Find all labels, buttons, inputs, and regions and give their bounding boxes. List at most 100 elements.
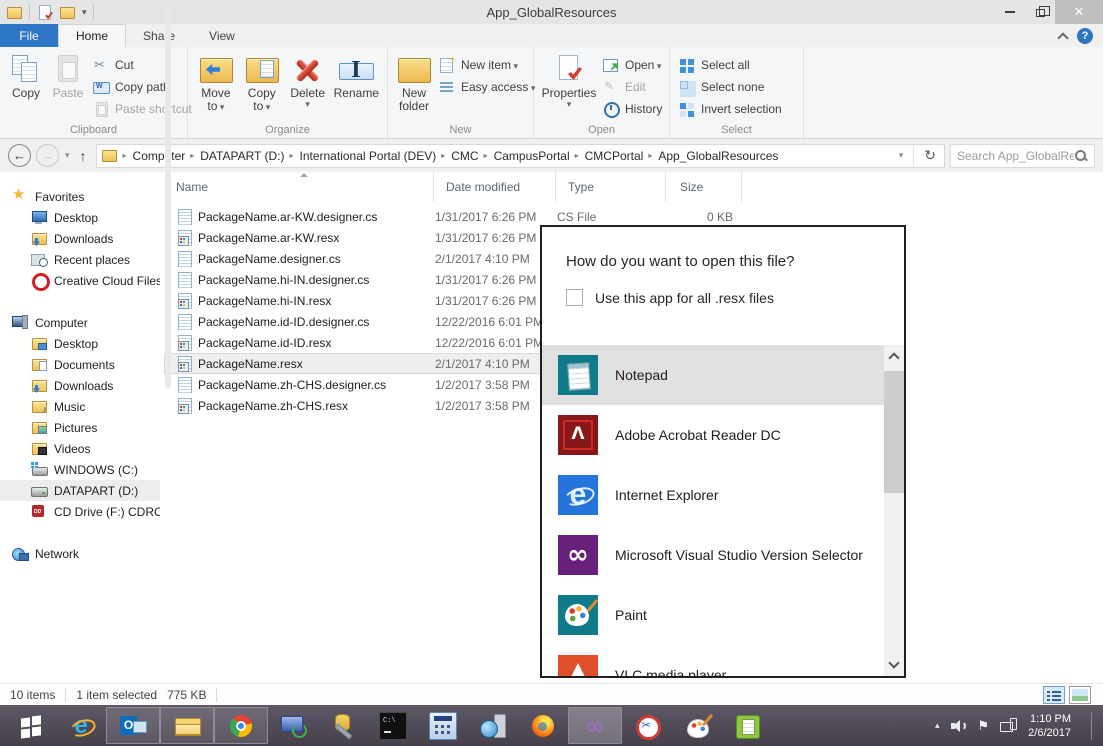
sidebar-item[interactable]: Network <box>0 543 160 564</box>
thumbnails-view-button[interactable] <box>1069 686 1091 704</box>
scroll-up-button[interactable] <box>884 345 904 367</box>
up-button[interactable]: ↑ <box>76 148 91 164</box>
sidebar-item[interactable]: Favorites <box>0 186 160 207</box>
copy-to-button[interactable]: Copy to <box>242 51 282 122</box>
breadcrumb-item[interactable]: App_GlobalResources <box>643 149 778 163</box>
properties-button[interactable]: Properties <box>542 51 596 122</box>
column-header-name[interactable]: Name <box>164 172 434 202</box>
column-header-type[interactable]: Type <box>556 172 666 202</box>
scroll-down-button[interactable] <box>884 654 904 676</box>
use-for-all-checkbox[interactable] <box>566 289 583 306</box>
close-button[interactable] <box>1055 0 1103 24</box>
breadcrumb-bar[interactable]: Computer DATAPART (D:) International Por… <box>96 144 945 168</box>
breadcrumb-item[interactable]: CMCPortal <box>570 149 644 163</box>
sidebar-item[interactable]: WINDOWS (C:) <box>0 459 160 480</box>
show-desktop-button[interactable] <box>1091 712 1099 740</box>
taskbar-button[interactable] <box>568 707 622 744</box>
app-option[interactable]: VLC media player <box>542 645 904 676</box>
ribbon-tab[interactable]: View <box>192 24 252 47</box>
new-folder-button[interactable]: New folder <box>396 51 432 122</box>
cut-button[interactable]: Cut <box>92 55 192 75</box>
tab-file[interactable]: File <box>0 24 58 47</box>
qat-properties-button[interactable] <box>36 5 53 20</box>
qat-new-folder-button[interactable] <box>59 5 76 20</box>
sidebar-item[interactable]: Downloads <box>0 228 160 249</box>
taskbar-button[interactable] <box>722 705 772 746</box>
clock[interactable]: 1:10 PM 2/6/2017 <box>1028 712 1071 740</box>
sidebar-item[interactable]: Music <box>0 396 160 417</box>
copy-button[interactable]: Copy <box>8 51 44 122</box>
help-icon[interactable]: ? <box>1077 28 1093 44</box>
history-button[interactable]: History <box>602 99 662 119</box>
sidebar-item[interactable]: DATAPART (D:) <box>0 480 160 501</box>
breadcrumb-item[interactable]: DATAPART (D:) <box>185 149 284 163</box>
edit-button[interactable]: Edit <box>602 77 662 97</box>
network-icon[interactable] <box>1000 718 1017 733</box>
search-box[interactable] <box>950 144 1095 168</box>
sidebar-item[interactable]: Desktop <box>0 207 160 228</box>
taskbar-button[interactable] <box>214 707 268 744</box>
column-header-size[interactable]: Size <box>666 172 742 202</box>
details-view-button[interactable] <box>1043 686 1065 704</box>
app-option[interactable]: Internet Explorer <box>542 465 904 525</box>
breadcrumb-item[interactable]: Computer <box>118 149 186 163</box>
taskbar-button[interactable] <box>368 705 418 746</box>
select-none-button[interactable]: Select none <box>678 77 782 97</box>
taskbar-button[interactable] <box>672 705 722 746</box>
easy-access-button[interactable]: Easy access <box>438 77 535 97</box>
breadcrumb-item[interactable]: CMC <box>436 149 478 163</box>
taskbar-button[interactable] <box>56 705 106 746</box>
app-option[interactable]: Microsoft Visual Studio Version Selector <box>542 525 904 585</box>
back-button[interactable]: ← <box>8 144 31 167</box>
delete-button[interactable]: Delete <box>288 51 328 122</box>
breadcrumb-item[interactable]: International Portal (DEV) <box>284 149 436 163</box>
sidebar-item[interactable]: Creative Cloud Files <box>0 270 160 291</box>
sidebar-item[interactable]: Videos <box>0 438 160 459</box>
qat-customize-caret[interactable]: ▾ <box>82 7 87 18</box>
forward-button[interactable]: → <box>36 144 59 167</box>
sidebar-item[interactable]: Downloads <box>0 375 160 396</box>
sidebar-item[interactable]: CD Drive (F:) CDROM <box>0 501 160 522</box>
taskbar-button[interactable] <box>318 705 368 746</box>
recent-locations-caret[interactable]: ▾ <box>64 150 71 161</box>
search-icon[interactable] <box>1074 149 1088 163</box>
select-all-button[interactable]: Select all <box>678 55 782 75</box>
new-item-button[interactable]: New item <box>438 55 535 75</box>
sidebar-item[interactable]: Desktop <box>0 333 160 354</box>
taskbar-button[interactable] <box>160 707 214 744</box>
file-row[interactable]: PackageName.ar-KW.designer.cs 1/31/2017 … <box>164 206 756 227</box>
dialog-scrollbar[interactable] <box>884 345 904 676</box>
paste-button[interactable]: Paste <box>50 51 86 122</box>
app-option[interactable]: Notepad <box>542 345 904 405</box>
navigation-scrollbar[interactable] <box>165 8 171 388</box>
use-for-all-option[interactable]: Use this app for all .resx files <box>566 289 774 306</box>
breadcrumb-item[interactable]: CampusPortal <box>479 149 570 163</box>
ribbon-tab[interactable]: Share <box>126 24 192 47</box>
sidebar-item[interactable]: Computer <box>0 312 160 333</box>
taskbar-button[interactable] <box>622 705 672 746</box>
rename-button[interactable]: Rename <box>334 51 379 122</box>
restore-button[interactable] <box>1025 0 1055 24</box>
invert-selection-button[interactable]: Invert selection <box>678 99 782 119</box>
open-button[interactable]: Open <box>602 55 662 75</box>
sidebar-item[interactable]: Pictures <box>0 417 160 438</box>
ribbon-tab[interactable]: Home <box>58 24 126 47</box>
app-option[interactable]: Adobe Acrobat Reader DC <box>542 405 904 465</box>
sidebar-item[interactable]: Documents <box>0 354 160 375</box>
action-center-flag-icon[interactable]: ⚑ <box>978 719 990 732</box>
copy-path-button[interactable]: Copy path <box>92 77 192 97</box>
taskbar-button[interactable] <box>518 705 568 746</box>
address-dropdown-caret[interactable]: ▾ <box>895 150 908 161</box>
taskbar-button[interactable] <box>468 705 518 746</box>
paste-shortcut-button[interactable]: Paste shortcut <box>92 99 192 119</box>
scrollbar-thumb[interactable] <box>884 371 904 493</box>
taskbar-button[interactable] <box>418 705 468 746</box>
search-input[interactable] <box>957 149 1074 163</box>
taskbar-button[interactable] <box>106 707 160 744</box>
show-hidden-icons-button[interactable]: ▴ <box>935 720 940 731</box>
collapse-ribbon-icon[interactable] <box>1057 32 1068 43</box>
minimize-button[interactable] <box>995 0 1025 24</box>
refresh-icon[interactable]: ↻ <box>920 147 940 164</box>
taskbar-button[interactable] <box>6 705 56 746</box>
sidebar-item[interactable]: Recent places <box>0 249 160 270</box>
